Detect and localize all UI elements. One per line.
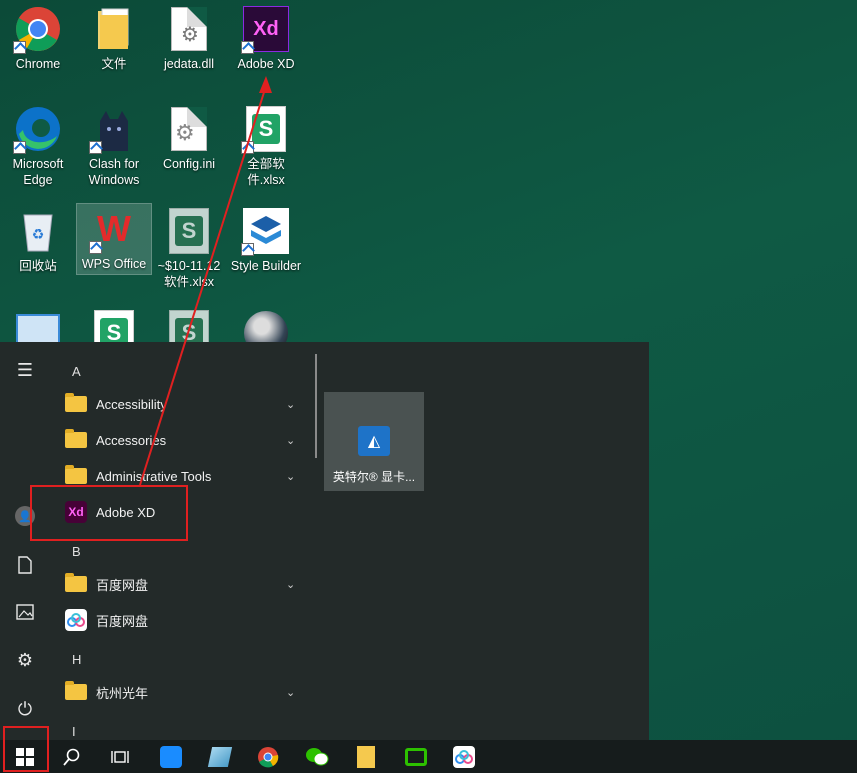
desktop-icon-label: Chrome xyxy=(15,57,61,71)
folder-icon xyxy=(64,572,88,596)
desktop-icon-files[interactable]: 文件 xyxy=(78,4,150,72)
chrome-icon xyxy=(13,4,63,54)
desktop-icon-label: WPS Office xyxy=(81,257,147,271)
style-builder-icon xyxy=(241,206,291,256)
desktop-icon-label: Microsoft Edge xyxy=(12,157,64,187)
start-menu-scrollbar[interactable] xyxy=(315,354,317,458)
desktop-icon-label: Clash for Windows xyxy=(88,157,140,187)
shortcut-arrow-icon xyxy=(13,41,26,54)
shortcut-arrow-icon xyxy=(89,141,102,154)
chrome-taskbar-icon[interactable] xyxy=(255,744,281,770)
shortcut-arrow-icon xyxy=(241,141,254,154)
notepad-app-icon[interactable] xyxy=(207,744,233,770)
hamburger-menu-icon[interactable]: ☰ xyxy=(13,358,37,382)
desktop-icon-config[interactable]: ⚙ Config.ini xyxy=(153,104,225,172)
gear-file-icon: ⚙ xyxy=(164,4,214,54)
spreadsheet-icon: S xyxy=(241,104,291,154)
chevron-down-icon[interactable]: ⌄ xyxy=(286,578,300,591)
shortcut-arrow-icon xyxy=(241,41,254,54)
group-letter-h[interactable]: H xyxy=(72,652,81,667)
desktop-icon-label: Style Builder xyxy=(230,259,302,273)
power-icon[interactable]: ⏻ xyxy=(13,697,37,721)
highlight-start-button-box xyxy=(3,726,49,772)
shortcut-arrow-icon xyxy=(13,141,26,154)
search-icon[interactable] xyxy=(59,744,85,770)
adobe-xd-icon: Xd xyxy=(241,4,291,54)
start-item-label: 百度网盘 xyxy=(96,577,149,593)
remote-app-icon[interactable] xyxy=(403,744,429,770)
group-letter-i[interactable]: I xyxy=(72,724,76,738)
chevron-down-icon[interactable]: ⌄ xyxy=(286,686,300,699)
group-letter-a[interactable]: A xyxy=(72,364,81,379)
svg-text:♻: ♻ xyxy=(32,226,45,242)
folder-icon xyxy=(89,4,139,54)
desktop-icon-label: 全部软件.xlsx xyxy=(247,157,285,187)
wps-icon: W xyxy=(89,204,139,254)
start-menu: ☰ 👤 ⚙ ⏻ A Accessibility ⌄ Accessories ⌄ … xyxy=(0,342,649,740)
folder-icon xyxy=(64,392,88,416)
feishu-app-icon[interactable] xyxy=(158,744,184,770)
desktop-icon-label: jedata.dll xyxy=(163,57,215,71)
chevron-down-icon[interactable]: ⌄ xyxy=(286,398,300,411)
cat-icon xyxy=(89,104,139,154)
start-item-baidu-folder[interactable]: 百度网盘 ⌄ xyxy=(58,566,308,602)
desktop-icon-label: 文件 xyxy=(101,57,127,71)
shortcut-arrow-icon xyxy=(89,241,102,254)
desktop-icon-label: Config.ini xyxy=(162,157,216,171)
edge-icon xyxy=(13,104,63,154)
desktop-icon-edge[interactable]: Microsoft Edge xyxy=(2,104,74,188)
chevron-down-icon[interactable]: ⌄ xyxy=(286,434,300,447)
desktop-icon-temp-xlsx[interactable]: S ~$10-11.12 软件.xlsx xyxy=(153,206,225,290)
taskbar xyxy=(0,740,857,773)
desktop-icon-adobe-xd[interactable]: Xd Adobe XD xyxy=(230,4,302,72)
baidu-netdisk-taskbar-icon[interactable] xyxy=(451,744,477,770)
settings-gear-icon[interactable]: ⚙ xyxy=(13,648,37,672)
desktop-icon-recycle-bin[interactable]: ♻ 回收站 xyxy=(2,206,74,274)
desktop-icon-jedata[interactable]: ⚙ jedata.dll xyxy=(153,4,225,72)
desktop-icon-label: ~$10-11.12 软件.xlsx xyxy=(157,259,221,289)
start-menu-rail: ☰ 👤 ⚙ ⏻ xyxy=(0,342,50,740)
highlight-adobe-xd-box xyxy=(30,485,188,541)
start-item-accessories[interactable]: Accessories ⌄ xyxy=(58,422,308,458)
desktop-icon-wps-office[interactable]: W WPS Office xyxy=(76,203,152,275)
folder-icon xyxy=(64,680,88,704)
start-item-label: Accessibility xyxy=(96,396,167,412)
baidu-netdisk-icon xyxy=(64,608,88,632)
intel-graphics-icon: ◭ xyxy=(358,426,390,456)
wechat-app-icon[interactable] xyxy=(304,744,330,770)
file-explorer-icon[interactable] xyxy=(353,744,379,770)
recycle-bin-icon: ♻ xyxy=(13,206,63,256)
desktop-icon-style-builder[interactable]: Style Builder xyxy=(230,206,302,274)
spreadsheet-icon: S xyxy=(164,206,214,256)
pictures-icon[interactable] xyxy=(13,600,37,624)
tile-intel-graphics[interactable]: ◭ 英特尔® 显卡... xyxy=(324,392,424,491)
shortcut-arrow-icon xyxy=(241,243,254,256)
desktop-icon-label: 回收站 xyxy=(19,259,57,273)
start-item-label: Accessories xyxy=(96,432,167,448)
desktop-icon-label: Adobe XD xyxy=(237,57,295,71)
documents-icon[interactable] xyxy=(13,553,37,577)
desktop-icon-chrome[interactable]: Chrome xyxy=(2,4,74,72)
start-item-label: 百度网盘 xyxy=(96,613,149,629)
desktop-icon-all-software[interactable]: S 全部软件.xlsx xyxy=(230,104,302,188)
task-view-icon[interactable] xyxy=(107,744,133,770)
start-item-baidu-app[interactable]: 百度网盘 xyxy=(58,602,308,638)
start-item-accessibility[interactable]: Accessibility ⌄ xyxy=(58,386,308,422)
settings-file-icon: ⚙ xyxy=(164,104,214,154)
tile-label: 英特尔® 显卡... xyxy=(332,470,416,484)
start-item-hangzhou-guangnian[interactable]: 杭州光年 ⌄ xyxy=(58,674,308,710)
folder-icon xyxy=(64,428,88,452)
start-item-label: Administrative Tools xyxy=(96,468,212,484)
group-letter-b[interactable]: B xyxy=(72,544,81,559)
chevron-down-icon[interactable]: ⌄ xyxy=(286,470,300,483)
desktop-icon-clash[interactable]: Clash for Windows xyxy=(78,104,150,188)
start-item-label: 杭州光年 xyxy=(96,685,149,701)
